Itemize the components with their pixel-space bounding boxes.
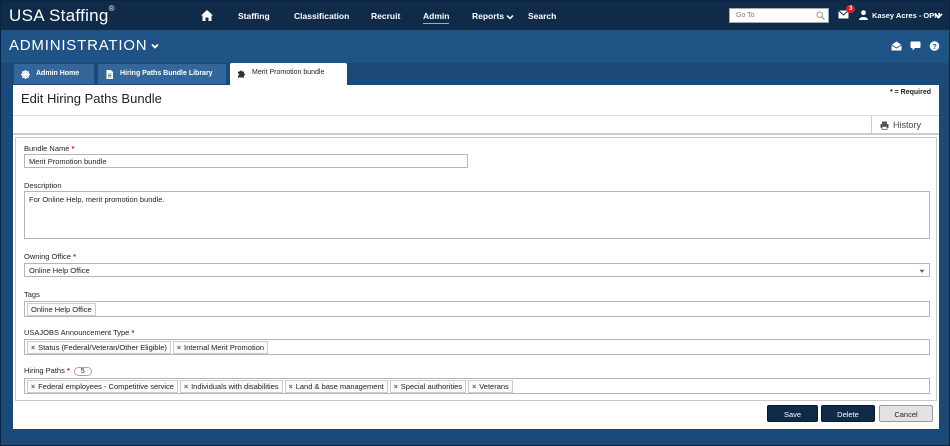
main-panel: Edit Hiring Paths Bundle * = Required Hi… [13,85,939,429]
save-button[interactable]: Save [767,405,818,422]
chip-label: Internal Merit Promotion [184,343,265,352]
history-bar: History [13,116,939,135]
tab-label: Hiring Paths Bundle Library [120,70,213,77]
tags-field[interactable]: Online Help Office [24,301,930,317]
admin-title: ADMINISTRATION [9,37,148,54]
top-nav: USA Staffing® Staffing Classification Re… [1,1,949,30]
tab-label: Admin Home [36,70,80,77]
nav-staffing[interactable]: Staffing [238,11,270,21]
label-text: Bundle Name [24,144,70,153]
home-icon[interactable] [201,10,213,21]
hiring-path-chip: × Federal employees - Competitive service [27,380,178,393]
delete-button[interactable]: Delete [821,405,875,422]
chip-label: Land & base management [295,382,384,391]
required-marker: * [71,144,75,153]
tags-label: Tags [24,290,40,299]
help-icon[interactable]: ? [929,41,940,51]
announcement-type-label: USAJOBS Announcement Type * [24,328,134,337]
hiring-path-chip: × Individuals with disabilities [179,380,283,393]
hiring-path-chip: × Special authorities [389,380,467,393]
tab-merit-promotion-bundle[interactable]: Merit Promotion bundle [230,63,347,85]
label-text: Owning Office [24,252,71,261]
user-icon[interactable] [859,10,868,20]
brand-name: USA Staffing [9,6,109,25]
owning-office-label: Owning Office * [24,252,76,261]
nav-reports[interactable]: Reports [472,11,514,21]
required-marker: * [66,366,70,375]
bundle-form: Bundle Name * Merit Promotion bundle Des… [15,137,937,401]
bundle-name-label: Bundle Name * [24,144,74,153]
goto-input[interactable] [730,9,814,22]
remove-icon[interactable]: × [31,384,35,391]
gear-icon [21,70,30,79]
nav-reports-label: Reports [472,11,505,21]
svg-text:?: ? [932,42,937,51]
hiring-paths-count: 5 [73,367,92,376]
announcement-type-chip: × Internal Merit Promotion [172,341,269,354]
admin-menu[interactable]: ADMINISTRATION [9,37,160,54]
tab-admin-home[interactable]: Admin Home [14,64,94,84]
required-marker: * [73,252,76,261]
brand-logo[interactable]: USA Staffing® [9,4,115,26]
remove-icon[interactable]: × [184,384,188,391]
description-field[interactable]: For Online Help, merit promotion bundle. [24,191,930,239]
printer-icon [880,121,889,130]
bundle-name-field[interactable]: Merit Promotion bundle [24,154,468,168]
label-text: USAJOBS Announcement Type [24,328,130,337]
announcement-type-chip: × Status (Federal/Veteran/Other Eligible) [27,341,171,354]
chip-label: Special authorities [400,382,463,391]
puzzle-icon [238,70,246,78]
chevron-down-icon [506,14,514,20]
remove-icon[interactable]: × [31,345,35,352]
app-window: USA Staffing® Staffing Classification Re… [0,0,950,446]
tab-label: Merit Promotion bundle [252,69,325,76]
inbox-icon[interactable] [891,41,902,51]
brand-registered-mark: ® [108,4,115,13]
chat-icon[interactable] [910,41,921,51]
hiring-path-chip: × Veterans [468,380,513,393]
tab-hiring-paths-bundle-library[interactable]: Hiring Paths Bundle Library [98,64,226,84]
description-label: Description [24,181,62,190]
nav-admin[interactable]: Admin [423,11,450,24]
label-text: Hiring Paths [24,366,65,375]
remove-icon[interactable]: × [289,384,293,391]
user-name[interactable]: Kasey Acres - OPM [872,11,941,20]
nav-recruit[interactable]: Recruit [371,11,400,21]
required-marker: * [131,328,135,337]
cancel-button[interactable]: Cancel [879,405,933,422]
history-label: History [893,120,922,130]
document-icon [106,70,113,79]
hiring-path-chip: × Land & base management [284,380,388,393]
hiring-paths-label: Hiring Paths * 5 [24,366,92,376]
owning-office-select[interactable]: Online Help Office [24,263,930,277]
remove-icon[interactable]: × [177,345,181,352]
chip-label: Individuals with disabilities [191,382,279,391]
owning-office-value: Online Help Office [29,266,90,275]
search-icon[interactable] [816,11,825,20]
caret-down-icon [919,269,925,273]
mail-count-badge: 3 [846,5,856,13]
chip-label: Status (Federal/Veteran/Other Eligible) [38,343,167,352]
chevron-down-icon[interactable] [934,11,943,20]
chevron-down-icon [151,43,160,49]
history-button[interactable]: History [871,116,939,135]
nav-classification[interactable]: Classification [294,11,349,21]
required-note: * = Required [889,89,931,96]
chip-label: Veterans [479,382,509,391]
nav-search[interactable]: Search [528,11,556,21]
remove-icon[interactable]: × [394,384,398,391]
hiring-paths-field[interactable]: × Federal employees - Competitive service… [24,378,930,394]
announcement-type-field[interactable]: × Status (Federal/Veteran/Other Eligible)… [24,339,930,355]
tag-chip: Online Help Office [27,303,96,316]
remove-icon[interactable]: × [472,384,476,391]
admin-header: ADMINISTRATION ? [1,30,949,63]
chip-label: Federal employees - Competitive service [38,382,174,391]
goto-box [729,8,829,23]
page-title: Edit Hiring Paths Bundle [21,91,162,106]
